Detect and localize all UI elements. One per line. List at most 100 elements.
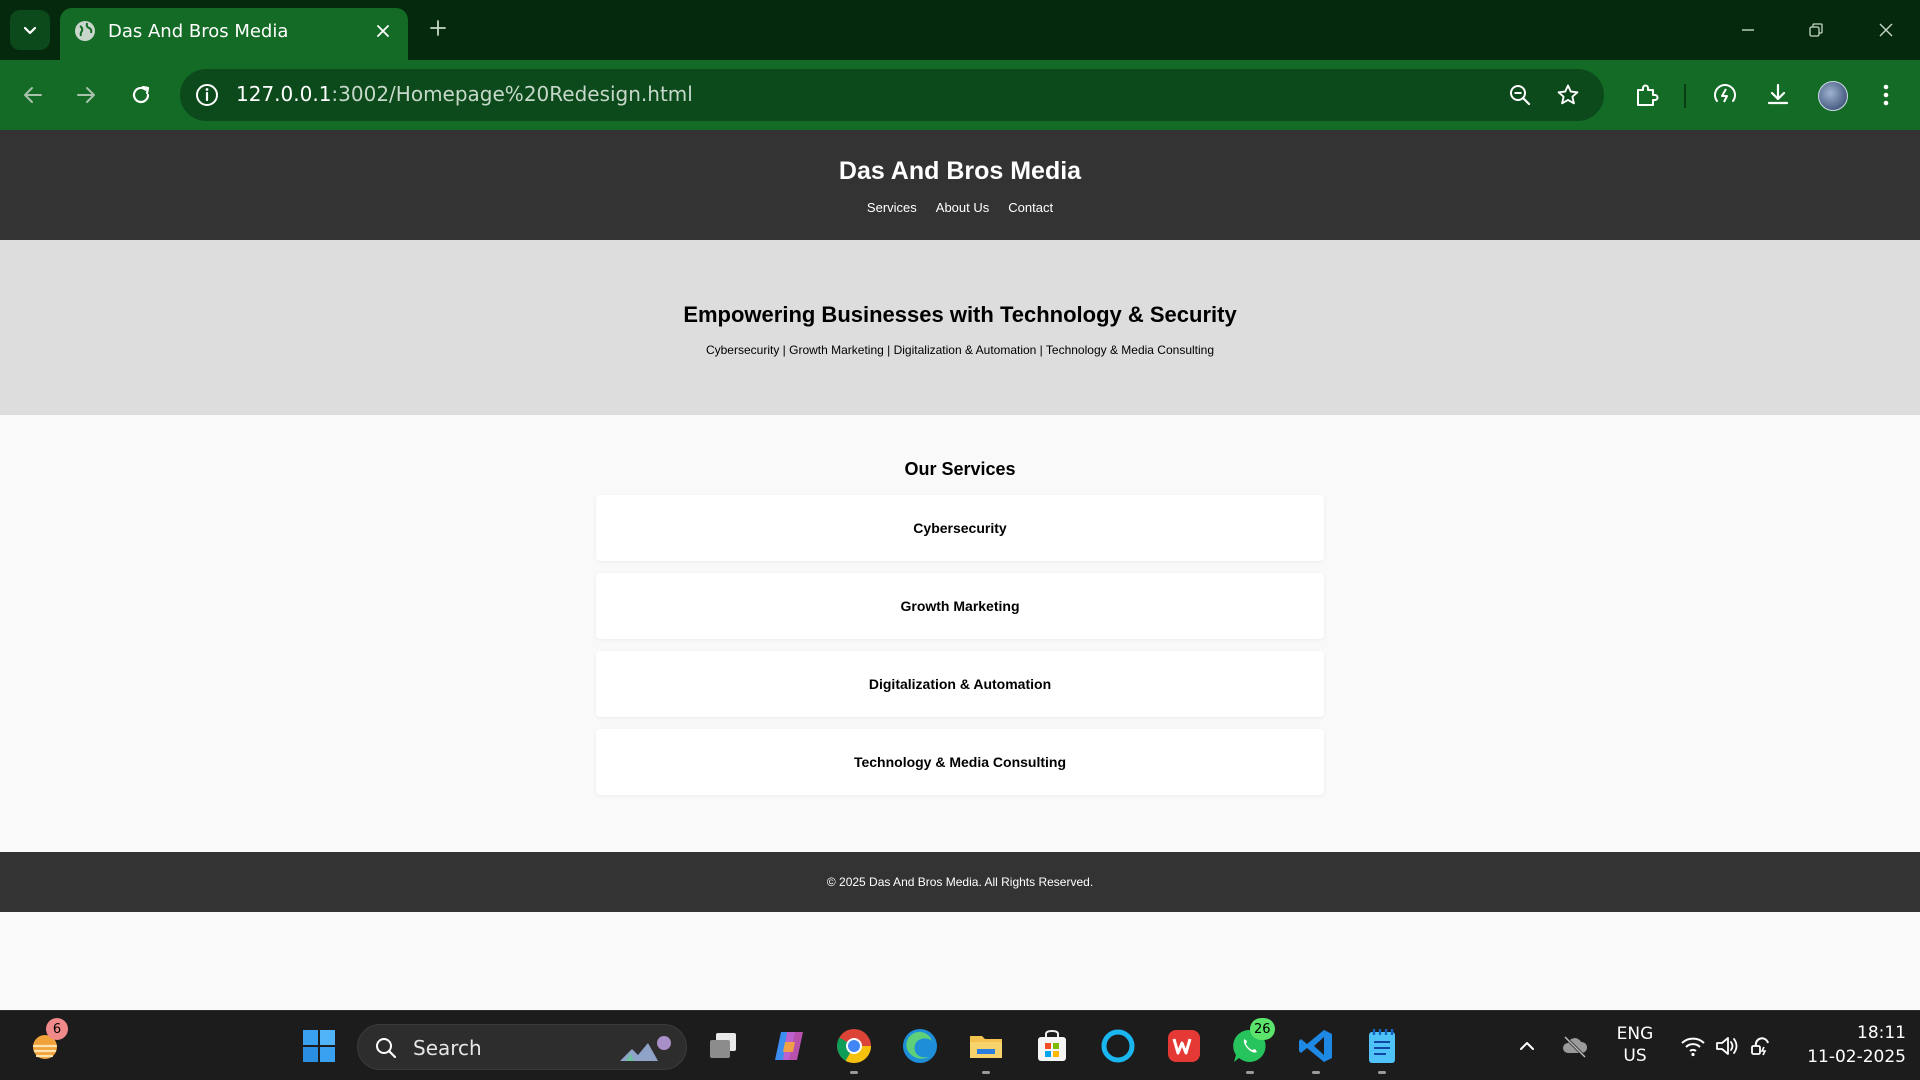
taskbar-app-chrome[interactable] [832, 1024, 876, 1074]
browser-tabstrip: Das And Bros Media [0, 0, 1920, 60]
arrow-right-icon [77, 87, 95, 103]
weather-badge: 6 [46, 1018, 68, 1040]
star-icon [1557, 84, 1579, 105]
profile-avatar[interactable] [1818, 81, 1848, 111]
taskbar-search[interactable]: Search [357, 1024, 687, 1070]
taskbar-app-file-explorer[interactable] [964, 1024, 1008, 1074]
quick-settings-button[interactable] [1667, 1024, 1787, 1068]
taskbar-app-notepad[interactable] [1360, 1024, 1404, 1074]
windows-taskbar: 6 Search 26 ENG US 18:11 11-02-2025 [0, 1010, 1920, 1080]
nav-link-contact[interactable]: Contact [1008, 200, 1053, 215]
running-indicator [1312, 1071, 1320, 1074]
tab-search-button[interactable] [10, 10, 50, 50]
back-button[interactable] [15, 77, 51, 113]
bookmark-button[interactable] [1554, 81, 1582, 109]
globe-icon [75, 21, 95, 41]
speedometer-icon [1714, 84, 1736, 103]
extensions-button[interactable] [1630, 79, 1662, 111]
folder-icon [970, 1036, 1002, 1058]
site-header: Das And Bros Media Services About Us Con… [0, 130, 1920, 240]
puzzle-icon [1637, 84, 1659, 106]
taskbar-app-wps[interactable] [1162, 1024, 1206, 1068]
taskbar-app-vscode[interactable] [1294, 1024, 1338, 1074]
reload-button[interactable] [123, 77, 159, 113]
wps-office-icon [1168, 1030, 1200, 1062]
clock[interactable]: 18:11 11-02-2025 [1786, 1021, 1906, 1069]
plus-icon [430, 20, 446, 36]
window-close-button[interactable] [1870, 14, 1902, 46]
start-button[interactable] [297, 1024, 341, 1068]
close-icon [377, 25, 389, 37]
url-text[interactable]: 127.0.0.1:3002/Homepage%20Redesign.html [236, 82, 693, 106]
download-icon [1767, 83, 1789, 105]
site-nav: Services About Us Contact [0, 200, 1920, 215]
taskbar-app-whatsapp[interactable]: 26 [1228, 1018, 1275, 1074]
site-info-icon[interactable] [194, 82, 220, 108]
url-path: :3002/Homepage%20Redesign.html [331, 82, 693, 106]
forward-button[interactable] [68, 77, 104, 113]
task-view-button[interactable] [701, 1024, 745, 1068]
running-indicator [1378, 1071, 1386, 1074]
service-card-growth-marketing: Growth Marketing [596, 573, 1324, 639]
nav-link-services[interactable]: Services [867, 200, 917, 215]
url-host: 127.0.0.1 [236, 82, 332, 106]
service-card-cybersecurity: Cybersecurity [596, 495, 1324, 561]
new-tab-button[interactable] [424, 14, 452, 42]
copilot-icon [775, 1032, 803, 1060]
chevron-down-icon [23, 26, 37, 35]
taskbar-app-microsoft-store[interactable] [1030, 1024, 1074, 1068]
taskbar-app-edge[interactable] [898, 1024, 942, 1068]
chrome-icon [837, 1029, 871, 1063]
vscode-icon [1299, 1030, 1332, 1062]
close-icon [1879, 23, 1893, 37]
restore-button[interactable] [1800, 14, 1832, 46]
browser-toolbar: 127.0.0.1:3002/Homepage%20Redesign.html [0, 60, 1920, 130]
task-view-icon [710, 1033, 736, 1058]
wifi-icon [1681, 1037, 1705, 1057]
keyboard-region: US [1623, 1046, 1647, 1066]
reload-icon [132, 85, 150, 104]
running-indicator [850, 1071, 858, 1074]
search-icon [376, 1038, 397, 1059]
more-vertical-icon [1883, 84, 1889, 106]
weather-widget[interactable]: 6 [24, 1018, 68, 1068]
onedrive-tray-button[interactable] [1553, 1024, 1597, 1068]
hero-title: Empowering Businesses with Technology & … [683, 302, 1237, 327]
browser-menu-button[interactable] [1870, 79, 1902, 111]
address-bar[interactable]: 127.0.0.1:3002/Homepage%20Redesign.html [180, 69, 1604, 121]
edge-icon [903, 1029, 937, 1063]
battery-charging-icon [1751, 1037, 1769, 1056]
zoom-button[interactable] [1506, 81, 1534, 109]
tab-close-button[interactable] [372, 20, 394, 42]
clock-time: 18:11 [1857, 1023, 1906, 1043]
running-indicator [982, 1071, 990, 1074]
taskbar-app-cortana[interactable] [1096, 1024, 1140, 1068]
web-page: Das And Bros Media Services About Us Con… [0, 130, 1920, 1010]
minimize-button[interactable] [1732, 14, 1764, 46]
service-card-digitalization-automation: Digitalization & Automation [596, 651, 1324, 717]
store-icon [1038, 1029, 1066, 1061]
arrow-left-icon [24, 87, 42, 103]
nav-link-about-us[interactable]: About Us [936, 200, 989, 215]
service-card-technology-media-consulting: Technology & Media Consulting [596, 729, 1324, 795]
hero-section: Empowering Businesses with Technology & … [0, 240, 1920, 415]
language-indicator[interactable]: ENG US [1610, 1023, 1660, 1067]
site-footer: © 2025 Das And Bros Media. All Rights Re… [0, 852, 1920, 912]
search-placeholder: Search [413, 1036, 482, 1060]
clock-date: 11-02-2025 [1807, 1047, 1906, 1067]
site-title: Das And Bros Media [838, 157, 1082, 185]
downloads-button[interactable] [1762, 79, 1794, 111]
search-highlight-illustration [620, 1036, 671, 1061]
zoom-out-icon [1510, 85, 1531, 106]
minimize-icon [1742, 29, 1754, 31]
running-indicator [1246, 1071, 1254, 1074]
tab-title: Das And Bros Media [108, 21, 289, 42]
cortana-ring-icon [1101, 1029, 1135, 1063]
taskbar-app-copilot[interactable] [767, 1024, 811, 1068]
performance-button[interactable] [1709, 79, 1741, 111]
show-hidden-icons-button[interactable] [1505, 1024, 1549, 1068]
browser-tab-active[interactable]: Das And Bros Media [60, 8, 408, 60]
hero-subtitle: Cybersecurity | Growth Marketing | Digit… [705, 343, 1215, 357]
services-heading: Our Services [904, 459, 1016, 479]
language-code: ENG [1616, 1024, 1654, 1044]
